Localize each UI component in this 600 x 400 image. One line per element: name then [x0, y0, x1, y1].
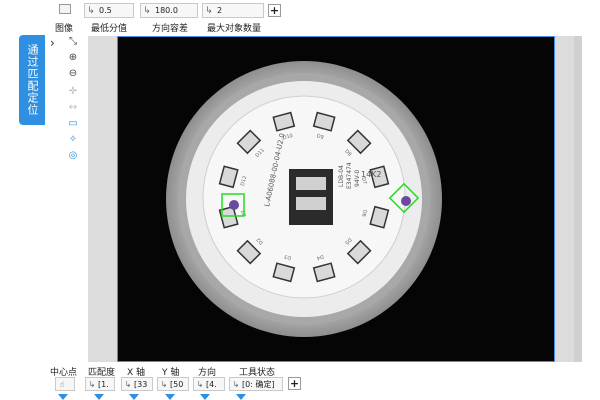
param-label-min-score: 最低分值: [91, 24, 128, 34]
add-result-button[interactable]: +: [288, 377, 301, 390]
connector-pin: [296, 197, 326, 210]
output-port-icon[interactable]: [236, 394, 246, 400]
top-param-bar: ↳ 0.5 ↳ 180.0 ↳ 2 +: [52, 3, 600, 19]
link-corner-icon: ↳: [196, 379, 204, 389]
x-value: [33: [134, 379, 148, 389]
angle-cell[interactable]: ↳ [4.: [193, 377, 225, 391]
link-corner-icon: ↳: [88, 379, 96, 389]
circle-tool-icon[interactable]: ◎: [64, 150, 82, 164]
max-count-value: 2: [217, 6, 223, 15]
hand-pointer-icon: ☝: [59, 379, 65, 389]
max-count-field[interactable]: ↳ 2: [202, 3, 264, 18]
output-port-icon[interactable]: [58, 394, 68, 400]
lamp-image: D10 D9D8D7D6D5D4D3D2D1D12D11 L-A06088-00-…: [118, 37, 554, 361]
output-port-icon[interactable]: [200, 394, 210, 400]
zoom-in-icon[interactable]: ⊕: [64, 52, 82, 66]
status-cell[interactable]: ↳ [0: 确定]: [229, 377, 283, 391]
link-corner-icon: ↳: [160, 379, 168, 389]
connector-pin: [296, 177, 326, 190]
rotate-rect-icon[interactable]: ✧: [64, 134, 82, 148]
output-port-icon[interactable]: [129, 394, 139, 400]
link-corner-icon: ↳: [87, 5, 95, 16]
side-tab-label: 通过匹配定位: [26, 44, 39, 116]
vertical-scrollbar[interactable]: [574, 36, 582, 362]
min-score-field[interactable]: ↳ 0.5: [84, 3, 134, 18]
zoom-out-icon[interactable]: ⊖: [64, 68, 82, 82]
param-label-angle-tolerance: 方向容差: [152, 24, 189, 34]
status-value: [0: 确定]: [242, 379, 275, 389]
rectangle-tool-icon[interactable]: ▭: [64, 118, 82, 132]
screw-hole-left: [229, 200, 239, 210]
link-corner-icon: ↳: [143, 5, 151, 16]
param-label-image: 图像: [55, 24, 74, 34]
angle-tolerance-field[interactable]: ↳ 180.0: [140, 3, 198, 18]
pcb-mark-14k2: 14K2: [361, 170, 382, 179]
collapse-chevron-icon[interactable]: ›: [50, 36, 55, 50]
x-cell[interactable]: ↳ [33: [121, 377, 153, 391]
y-cell[interactable]: ↳ [50: [157, 377, 189, 391]
link-corner-icon: ↳: [205, 5, 213, 16]
param-label-max-count: 最大对象数量: [207, 24, 262, 34]
pcb-right-label-3: 94V-0: [354, 169, 361, 187]
image-frame[interactable]: D10 D9 D8 D7 D6 D5 D4 D3 D2 D1 D12 D11 L-A06088-00-…: [117, 36, 555, 362]
crosshair-icon[interactable]: ✛: [64, 86, 82, 100]
pcb-right-label-2: E347474: [346, 162, 353, 189]
min-score-value: 0.5: [99, 6, 112, 15]
pcb-right-label-1: LDB-04: [338, 165, 345, 187]
score-cell[interactable]: ↳ [1.: [85, 377, 115, 391]
output-port-icon[interactable]: [94, 394, 104, 400]
angle-value: [4.: [206, 379, 217, 389]
y-value: [50: [170, 379, 184, 389]
locate-by-match-tab[interactable]: 通过匹配定位: [19, 35, 45, 125]
link-corner-icon: ↳: [232, 379, 240, 389]
add-param-button[interactable]: +: [268, 4, 281, 17]
line-tool-icon[interactable]: ↔: [64, 102, 82, 116]
fit-screen-icon[interactable]: ⤡: [64, 36, 82, 50]
angle-tolerance-value: 180.0: [155, 6, 178, 15]
score-value: [1.: [98, 379, 109, 389]
screw-hole-right: [401, 196, 411, 206]
center-point-cell[interactable]: ☝: [55, 377, 75, 391]
link-corner-icon: ↳: [124, 379, 132, 389]
output-port-icon[interactable]: [165, 394, 175, 400]
